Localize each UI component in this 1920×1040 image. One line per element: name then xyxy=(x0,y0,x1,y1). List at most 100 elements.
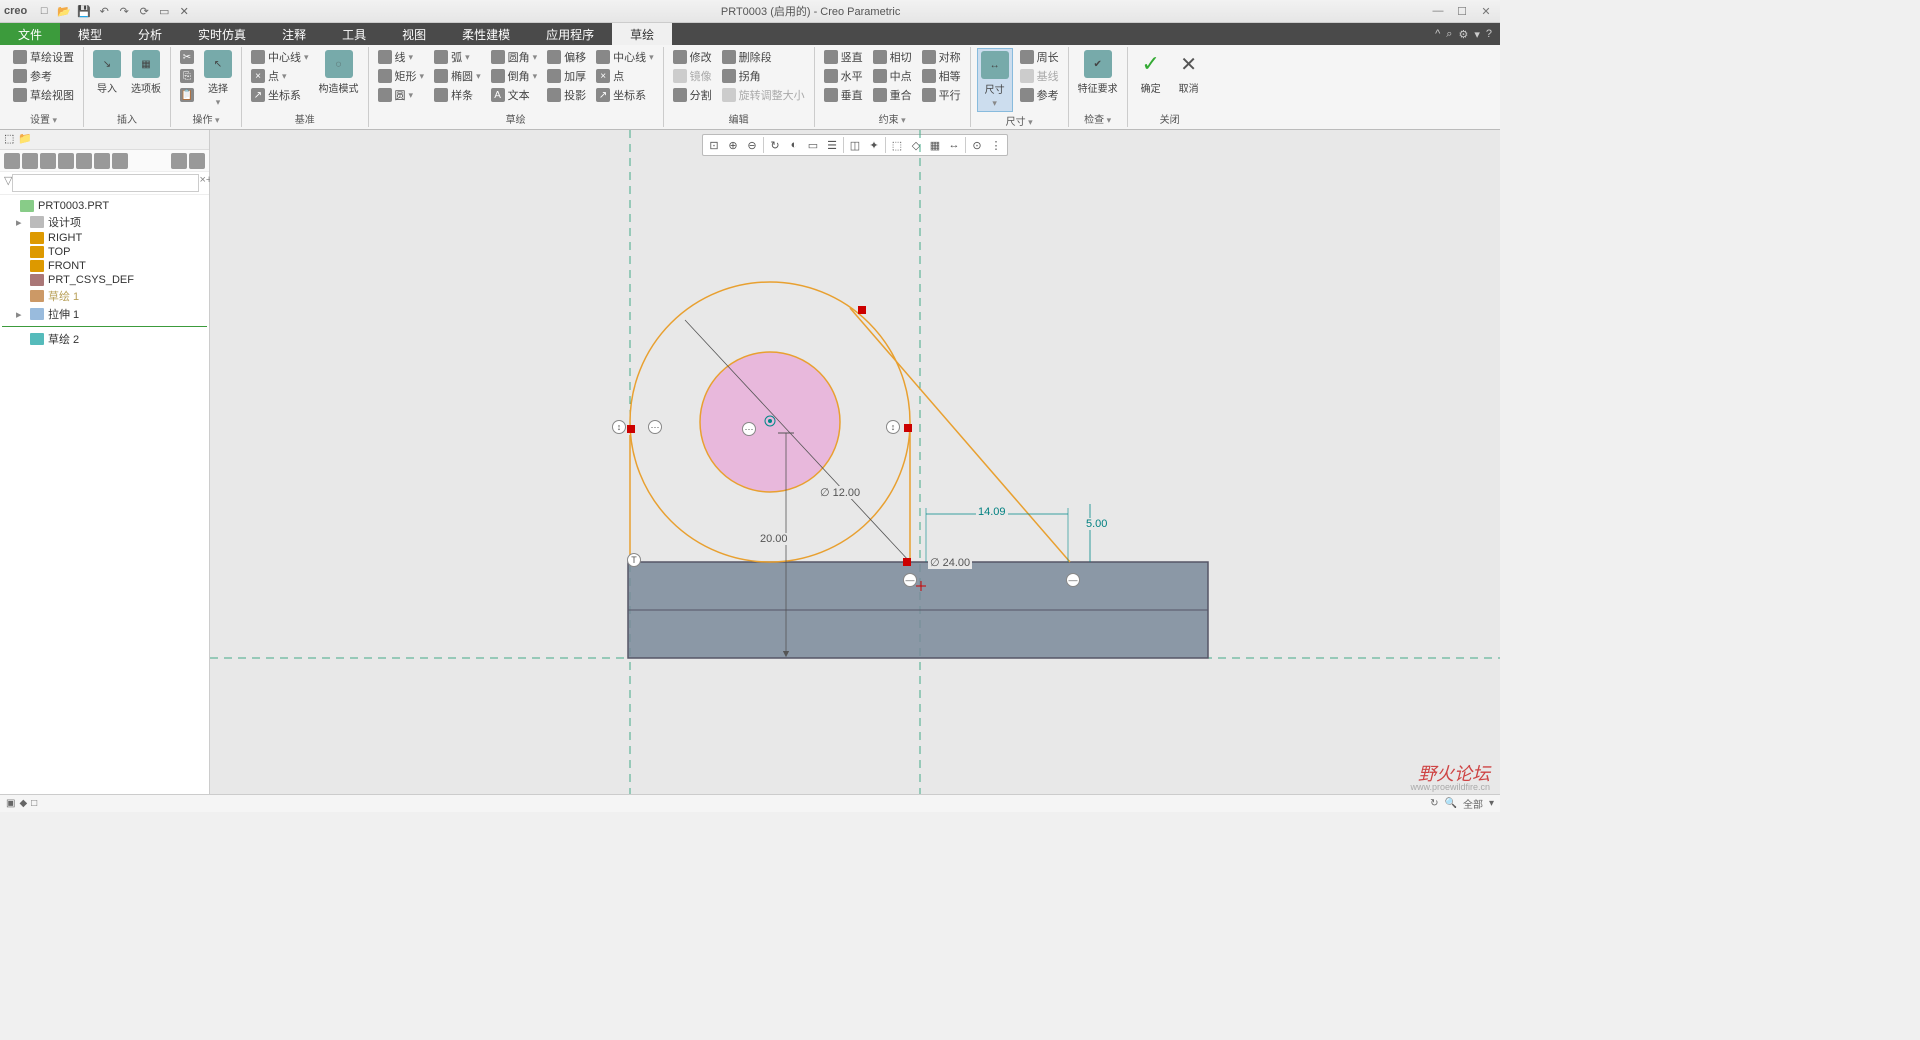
constraint-t-1[interactable]: T xyxy=(627,553,641,567)
tree-insert-marker[interactable] xyxy=(2,326,207,327)
close-doc-icon[interactable]: ✕ xyxy=(175,2,193,20)
tree-item-design[interactable]: ▸设计项 xyxy=(2,213,207,231)
tab-file[interactable]: 文件 xyxy=(0,23,60,45)
delete-seg-button[interactable]: 删除段 xyxy=(719,48,808,66)
tree-tb-6[interactable] xyxy=(94,153,110,169)
tree-item-top[interactable]: TOP xyxy=(2,245,207,259)
new-icon[interactable]: □ xyxy=(35,2,53,20)
arc-button[interactable]: 弧 xyxy=(431,48,484,66)
status-find-icon[interactable]: 🔍 xyxy=(1445,798,1457,809)
tab-sketch[interactable]: 草绘 xyxy=(612,23,672,45)
dim-d24[interactable]: ∅ 24.00 xyxy=(928,556,972,569)
cut-button[interactable]: ✂ xyxy=(177,48,197,66)
tree-tb-3[interactable] xyxy=(40,153,56,169)
dim-d12[interactable]: ∅ 12.00 xyxy=(818,486,862,499)
group-label-setup[interactable]: 设置 xyxy=(10,110,77,127)
vertical-button[interactable]: 竖直 xyxy=(821,48,866,66)
save-icon[interactable]: 💾 xyxy=(75,2,93,20)
project-button[interactable]: 投影 xyxy=(544,86,589,104)
dim-14[interactable]: 14.09 xyxy=(976,506,1008,518)
tree-item-csys[interactable]: PRT_CSYS_DEF xyxy=(2,273,207,287)
tree-tb-9[interactable] xyxy=(189,153,205,169)
offset-button[interactable]: 偏移 xyxy=(544,48,589,66)
constraint-tangent-2[interactable] xyxy=(904,424,912,432)
redo-icon[interactable]: ↷ xyxy=(115,2,133,20)
perpendicular-button[interactable]: 垂直 xyxy=(821,86,866,104)
constraint-h-1[interactable]: ⋯ xyxy=(648,420,662,434)
group-label-ops[interactable]: 操作 xyxy=(177,110,235,127)
ok-button[interactable]: ✓确定 xyxy=(1134,48,1168,97)
group-label-inspect[interactable]: 检查 xyxy=(1075,110,1121,127)
palette-button[interactable]: ▦选项板 xyxy=(128,48,164,97)
symmetric-button[interactable]: 对称 xyxy=(919,48,964,66)
dim-20[interactable]: 20.00 xyxy=(758,533,790,545)
csys-button[interactable]: ↗坐标系 xyxy=(248,86,312,104)
close-icon[interactable]: ✕ xyxy=(1476,5,1496,18)
rect-button[interactable]: 矩形 xyxy=(375,67,428,85)
status-icon-1[interactable]: ▣ xyxy=(6,798,15,809)
tree-tab-1[interactable]: ⬚ xyxy=(4,132,14,147)
minimize-icon[interactable]: — xyxy=(1428,5,1448,18)
constraint-tangent-1[interactable] xyxy=(627,425,635,433)
select-button[interactable]: ↖选择 xyxy=(201,48,235,110)
centerline-button[interactable]: 中心线 xyxy=(248,48,312,66)
group-label-dim[interactable]: 尺寸 xyxy=(977,112,1062,129)
midpoint-button[interactable]: 中点 xyxy=(870,67,915,85)
chamfer-button[interactable]: 倒角 xyxy=(488,67,541,85)
tab-view[interactable]: 视图 xyxy=(384,23,444,45)
tab-realtime[interactable]: 实时仿真 xyxy=(180,23,264,45)
tree-tb-5[interactable] xyxy=(76,153,92,169)
text-button[interactable]: A文本 xyxy=(488,86,541,104)
help-dd-icon[interactable]: ▾ xyxy=(1474,28,1480,41)
import-button[interactable]: ↘导入 xyxy=(90,48,124,97)
tree-search-input[interactable] xyxy=(12,174,199,192)
coincident-button[interactable]: 重合 xyxy=(870,86,915,104)
equal-button[interactable]: 相等 xyxy=(919,67,964,85)
constraint-tangent-3[interactable] xyxy=(858,306,866,314)
dim-5[interactable]: 5.00 xyxy=(1084,518,1109,530)
constraint-h-2[interactable]: ⋯ xyxy=(742,422,756,436)
cancel-button[interactable]: ✕取消 xyxy=(1172,48,1206,97)
tab-model[interactable]: 模型 xyxy=(60,23,120,45)
fillet-button[interactable]: 圆角 xyxy=(488,48,541,66)
tab-tool[interactable]: 工具 xyxy=(324,23,384,45)
constraint-coinc-g[interactable]: — xyxy=(903,573,917,587)
tab-analysis[interactable]: 分析 xyxy=(120,23,180,45)
ellipse-button[interactable]: 椭圆 xyxy=(431,67,484,85)
settings-icon[interactable]: ⚙ xyxy=(1458,28,1468,41)
ref-dim-button[interactable]: 参考 xyxy=(1017,86,1062,104)
circle-button[interactable]: 圆 xyxy=(375,86,428,104)
tree-item-sketch1[interactable]: 草绘 1 xyxy=(2,287,207,305)
modify-button[interactable]: 修改 xyxy=(670,48,715,66)
tree-tab-2[interactable]: 📁 xyxy=(18,132,32,147)
tree-item-extrude1[interactable]: ▸拉伸 1 xyxy=(2,305,207,323)
filter-dd-icon[interactable]: ▾ xyxy=(1489,798,1494,809)
tree-root[interactable]: PRT0003.PRT xyxy=(2,199,207,213)
tree-tb-4[interactable] xyxy=(58,153,74,169)
regen-icon[interactable]: ⟳ xyxy=(135,2,153,20)
sketch-canvas[interactable]: ⊡ ⊕ ⊖ ↻ ◐ ▭ ☰ ◫ ✦ ⬚ ◇ ▦ ↔ ⊙ ⋮ xyxy=(210,130,1500,794)
constraint-coinc-g2[interactable]: — xyxy=(1066,573,1080,587)
tab-annotate[interactable]: 注释 xyxy=(264,23,324,45)
status-icon-2[interactable]: ◆ xyxy=(19,798,27,809)
collapse-icon[interactable]: ^ xyxy=(1435,28,1440,40)
thicken-button[interactable]: 加厚 xyxy=(544,67,589,85)
tree-tb-8[interactable] xyxy=(171,153,187,169)
tab-flex[interactable]: 柔性建模 xyxy=(444,23,528,45)
line-button[interactable]: 线 xyxy=(375,48,428,66)
filter-label[interactable]: 全部 xyxy=(1463,796,1483,811)
tree-item-right[interactable]: RIGHT xyxy=(2,231,207,245)
help-icon[interactable]: ? xyxy=(1486,28,1492,40)
tangent-button[interactable]: 相切 xyxy=(870,48,915,66)
spline-button[interactable]: 样条 xyxy=(431,86,484,104)
tree-tb-1[interactable] xyxy=(4,153,20,169)
windows-icon[interactable]: ▭ xyxy=(155,2,173,20)
group-label-constrain[interactable]: 约束 xyxy=(821,110,964,127)
sketch-view-button[interactable]: 草绘视图 xyxy=(10,86,77,104)
dimension-button[interactable]: ↔尺寸 xyxy=(977,48,1013,112)
feature-req-button[interactable]: ✔特征要求 xyxy=(1075,48,1121,97)
status-icon-3[interactable]: □ xyxy=(31,798,37,809)
paste-button[interactable]: 📋 xyxy=(177,86,197,104)
search-icon[interactable]: ⌕ xyxy=(1446,28,1452,41)
tree-tb-7[interactable] xyxy=(112,153,128,169)
